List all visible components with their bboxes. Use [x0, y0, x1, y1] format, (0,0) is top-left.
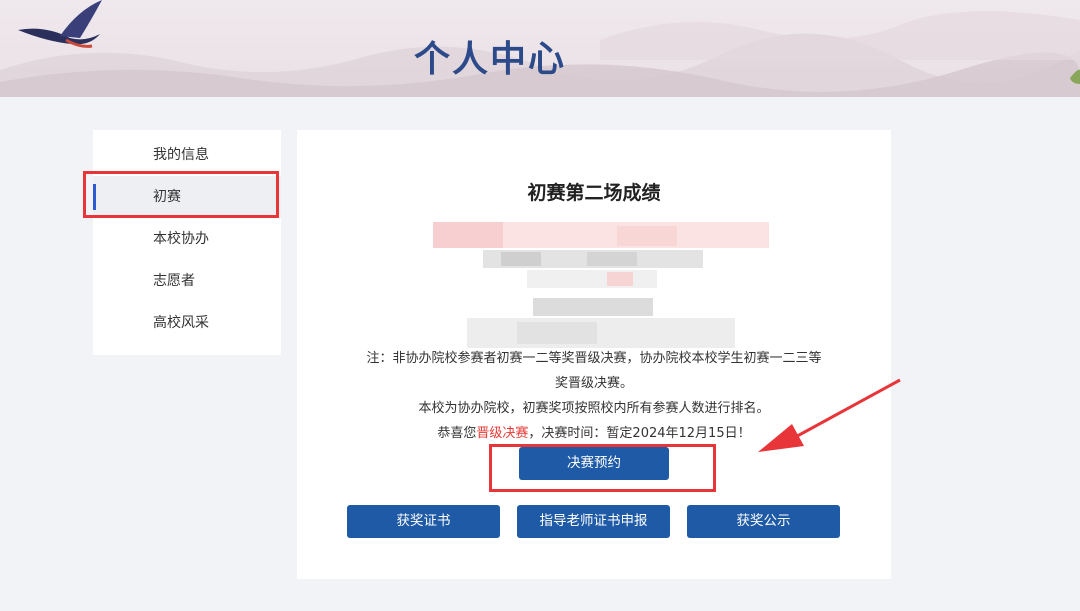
sidebar-item-campus-showcase[interactable]: 高校风采	[93, 302, 281, 344]
teacher-certificate-button[interactable]: 指导老师证书申报	[517, 505, 670, 538]
sidebar-item-label: 我的信息	[153, 147, 209, 163]
sidebar-item-school-cohost[interactable]: 本校协办	[93, 218, 281, 260]
header-banner: 个人中心	[0, 0, 1080, 97]
congrats-message: 恭喜您晋级决赛，决赛时间：暂定2024年12月15日！	[297, 424, 891, 444]
rule-note-line-2: 奖晋级决赛。	[554, 376, 633, 391]
sidebar-item-label: 高校风采	[153, 315, 209, 331]
sidebar-item-volunteer[interactable]: 志愿者	[93, 260, 281, 302]
sidebar: 我的信息 初赛 本校协办 志愿者 高校风采	[93, 130, 281, 355]
sidebar-item-my-info[interactable]: 我的信息	[93, 134, 281, 176]
congrats-suffix: ，决赛时间：暂定2024年12月15日！	[528, 426, 751, 441]
final-reservation-button[interactable]: 决赛预约	[519, 447, 669, 480]
card-title: 初赛第二场成绩	[527, 182, 661, 204]
award-certificate-button[interactable]: 获奖证书	[347, 505, 500, 538]
sidebar-item-label: 本校协办	[153, 231, 209, 247]
score-card: 初赛第二场成绩 注：非协办院校参赛者初赛一二等奖晋级决赛，协办院校本校学生初赛一…	[297, 130, 891, 579]
sidebar-item-label: 志愿者	[153, 273, 195, 289]
sidebar-item-label: 初赛	[153, 189, 181, 205]
award-announcement-button[interactable]: 获奖公示	[687, 505, 840, 538]
rule-note-line-1: 注：非协办院校参赛者初赛一二等奖晋级决赛，协办院校本校学生初赛一二三等	[366, 351, 822, 366]
congrats-prefix: 恭喜您	[437, 426, 477, 441]
rule-note-line-3: 本校为协办院校，初赛奖项按照校内所有参赛人数进行排名。	[418, 401, 770, 416]
sidebar-item-preliminary[interactable]: 初赛	[93, 176, 281, 218]
congrats-highlight: 晋级决赛	[476, 426, 529, 441]
page-title: 个人中心	[413, 39, 566, 80]
